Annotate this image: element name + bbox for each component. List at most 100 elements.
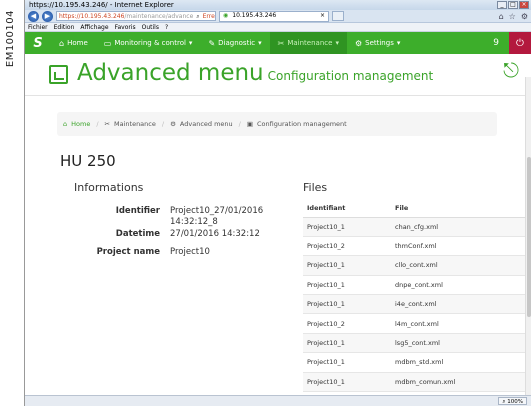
- nav-right: 9 ⏻: [483, 32, 531, 54]
- window-controls: _ □ ×: [497, 1, 531, 9]
- browser-tab[interactable]: ◉ 10.195.43.246 ×: [219, 10, 329, 22]
- column-header-identifiant: Identifiant: [303, 199, 391, 218]
- chevron-down-icon: ▾: [188, 39, 193, 47]
- info-key: Datetime: [115, 229, 160, 239]
- forward-icon[interactable]: ▶: [42, 10, 53, 22]
- tab-favicon-icon: ◉: [223, 12, 229, 19]
- nav-home-label: Home: [67, 39, 88, 47]
- cell-file: chan_cfg.xml: [391, 216, 525, 237]
- cell-identifiant: Project10_2: [303, 313, 391, 334]
- cell-identifiant: Project10_1: [303, 255, 391, 276]
- breadcrumb-home-icon: ⌂: [63, 120, 68, 128]
- breadcrumb-maintenance-icon: ✂: [104, 120, 110, 128]
- scrollbar-thumb[interactable]: [527, 157, 531, 317]
- notification-count[interactable]: 9: [483, 38, 509, 48]
- cell-identifiant: Project10_1: [303, 294, 391, 314]
- url-field[interactable]: https://10.195.43.246/maintenance/advanc…: [56, 11, 216, 21]
- browser-title: https://10.195.43.246/ - Internet Explor…: [29, 1, 174, 9]
- exit-icon[interactable]: ⎋: [503, 58, 519, 82]
- logout-icon[interactable]: ⏻: [509, 32, 531, 54]
- zoom-control[interactable]: ⌕ 100%: [498, 397, 527, 405]
- files-table: Identifiant File Project10_1 chan_cfg.xml…: [303, 199, 525, 406]
- cell-identifiant: Project10_1: [303, 352, 391, 373]
- cell-file: mdbm_comun.xml: [391, 371, 525, 392]
- close-icon[interactable]: ×: [519, 1, 529, 9]
- favorites-icon[interactable]: ☆: [509, 12, 516, 21]
- page-title-text: Advanced menu: [77, 60, 264, 86]
- browser-menu-bar: Fichier Edition Affichage Favoris Outils…: [25, 23, 531, 32]
- files-table-body: Project10_1 chan_cfg.xml Project10_2 thmCo…: [303, 216, 525, 406]
- menu-fichier[interactable]: Fichier: [28, 23, 48, 31]
- new-tab-button[interactable]: [332, 11, 344, 21]
- cell-file: i4e_cont.xml: [391, 294, 525, 314]
- browser-title-bar: https://10.195.43.246/ - Internet Explor…: [25, 0, 531, 10]
- info-row-project-name: Project name Project10: [25, 247, 305, 259]
- info-key: Identifier: [115, 206, 160, 216]
- table-header-row: Identifiant File: [303, 199, 525, 218]
- cell-file: thmConf.xml: [391, 235, 525, 256]
- info-value: Project10: [170, 247, 210, 257]
- nav-monitoring[interactable]: ▭ Monitoring & control ▾: [96, 32, 201, 54]
- breadcrumb: ⌂ Home / ✂ Maintenance / ⚙ Advanced menu…: [57, 112, 497, 136]
- maximize-icon[interactable]: □: [508, 1, 518, 9]
- info-row-datetime: Datetime 27/01/2016 14:32:12: [25, 229, 305, 241]
- toolbar-icons: ⌂ ☆ ⚙: [499, 12, 528, 21]
- status-bar: ⌕ 100%: [25, 395, 531, 406]
- table-row: Project10_2 thmConf.xml: [303, 235, 525, 256]
- info-value: Project10_27/01/2016 14:32:12_8: [170, 206, 264, 227]
- home-icon[interactable]: ⌂: [499, 12, 504, 21]
- informations-title: Informations: [74, 181, 144, 194]
- menu-outils[interactable]: Outils: [142, 23, 159, 31]
- back-icon[interactable]: ◀: [28, 10, 39, 22]
- breadcrumb-maintenance[interactable]: Maintenance: [114, 120, 156, 128]
- nav-diagnostic[interactable]: ✎ Diagnostic ▾: [200, 32, 269, 54]
- device-name: HU 250: [60, 152, 116, 170]
- minimize-icon[interactable]: _: [497, 1, 507, 9]
- chevron-down-icon: ▾: [258, 39, 262, 47]
- cell-identifiant: Project10_1: [303, 371, 391, 392]
- cell-file: mdbm_std.xml: [391, 352, 525, 373]
- nav-settings[interactable]: ⚙ Settings ▾: [347, 32, 408, 54]
- cell-file: l4m_cont.xml: [391, 313, 525, 334]
- zoom-icon: ⌕: [502, 399, 506, 405]
- page-subtitle: Configuration management: [267, 69, 434, 83]
- figure-label: EM100104: [0, 0, 22, 406]
- url-host: https://10.195.43.246: [59, 13, 125, 20]
- chevron-down-icon: ▾: [335, 39, 339, 47]
- app-navbar: S ⌂ Home ▭ Monitoring & control ▾ ✎ Diag…: [25, 32, 531, 54]
- column-header-file: File: [391, 199, 525, 218]
- url-path: /maintenance/advance: [124, 13, 194, 20]
- breadcrumb-advanced[interactable]: Advanced menu: [180, 120, 233, 128]
- table-row: Project10_2 l4m_cont.xml: [303, 313, 525, 334]
- table-row: Project10_1 cllo_cont.xml: [303, 255, 525, 276]
- nav-diagnostic-label: Diagnostic: [218, 39, 256, 47]
- menu-help[interactable]: ?: [165, 23, 168, 31]
- monitor-icon: ▭: [103, 38, 112, 48]
- info-value: 27/01/2016 14:32:12: [170, 229, 260, 239]
- search-icon[interactable]: ⌕: [196, 12, 199, 20]
- nav-settings-label: Settings: [365, 39, 394, 47]
- menu-edition[interactable]: Edition: [54, 23, 75, 31]
- breadcrumb-home[interactable]: Home: [71, 120, 90, 128]
- cell-file: dnpe_cont.xml: [391, 274, 525, 295]
- table-row: Project10_1 dnpe_cont.xml: [303, 274, 525, 295]
- address-bar: ◀ ▶ https://10.195.43.246/maintenance/ad…: [25, 10, 531, 23]
- table-row: Project10_1 mdbm_std.xml: [303, 352, 525, 373]
- chevron-down-icon: ▾: [396, 39, 401, 47]
- breadcrumb-advanced-icon: ⚙: [170, 120, 176, 128]
- gear-icon: ⚙: [354, 38, 363, 48]
- table-row: Project10_1 i4e_cont.xml: [303, 294, 525, 314]
- page-scrollbar[interactable]: [525, 77, 531, 395]
- menu-favoris[interactable]: Favoris: [115, 23, 136, 31]
- home-icon: ⌂: [59, 38, 65, 48]
- nav-home[interactable]: ⌂ Home: [51, 32, 96, 54]
- tab-close-icon[interactable]: ×: [320, 12, 328, 21]
- nav-maintenance-label: Maintenance: [287, 39, 333, 47]
- menu-affichage[interactable]: Affichage: [80, 23, 108, 31]
- table-row: Project10_1 chan_cfg.xml: [303, 216, 525, 237]
- app-logo[interactable]: S: [25, 32, 51, 54]
- cert-error-indicator[interactable]: Erreur de certificat: [203, 12, 215, 20]
- tools-icon[interactable]: ⚙: [521, 12, 528, 21]
- cell-identifiant: Project10_2: [303, 235, 391, 256]
- nav-maintenance[interactable]: ✂ Maintenance ▾: [269, 32, 347, 54]
